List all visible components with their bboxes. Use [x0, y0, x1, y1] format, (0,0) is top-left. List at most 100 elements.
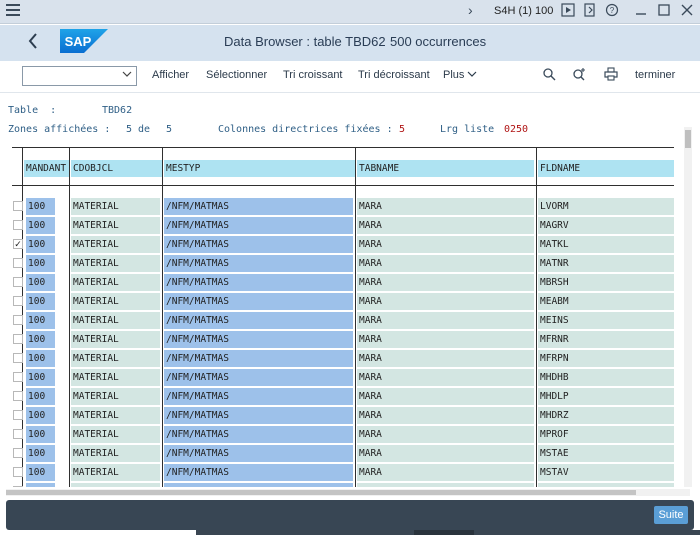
chevron-right-icon[interactable]: › — [468, 2, 473, 18]
mestyp-cell[interactable]: /NFM/MATMAS — [164, 350, 353, 367]
fldname-cell[interactable]: MSTAE — [538, 445, 674, 462]
tabname-cell[interactable]: MARA — [357, 217, 534, 234]
minimize-icon[interactable] — [633, 3, 649, 19]
cdobjcl-cell[interactable]: MATERIAL — [71, 407, 160, 424]
maximize-icon[interactable] — [656, 3, 672, 19]
row-checkbox[interactable] — [13, 296, 23, 306]
row-checkbox[interactable] — [13, 467, 23, 477]
suite-button[interactable]: Suite — [654, 506, 688, 524]
fldname-cell[interactable]: MSTAV — [538, 464, 674, 481]
mandant-cell[interactable]: 100 — [26, 407, 55, 424]
mandant-cell[interactable]: 100 — [26, 274, 55, 291]
cdobjcl-cell[interactable]: MATERIAL — [71, 350, 160, 367]
back-arrow-icon[interactable] — [26, 31, 46, 53]
mestyp-cell[interactable]: /NFM/MATMAS — [164, 312, 353, 329]
mestyp-cell[interactable]: /NFM/MATMAS — [164, 445, 353, 462]
cdobjcl-cell[interactable]: MATERIAL — [71, 198, 160, 215]
column-header-cdobjcl[interactable]: CDOBJCL — [71, 160, 162, 177]
fldname-cell[interactable]: MPROF — [538, 426, 674, 443]
mandant-cell[interactable]: 100 — [26, 426, 55, 443]
mandant-cell[interactable]: 100 — [26, 198, 55, 215]
row-checkbox[interactable] — [13, 353, 23, 363]
mandant-cell[interactable]: 100 — [26, 464, 55, 481]
mestyp-cell[interactable]: /NFM/MATMAS — [164, 331, 353, 348]
mandant-cell[interactable]: 100 — [26, 445, 55, 462]
mestyp-cell[interactable]: /NFM/MATMAS — [164, 255, 353, 272]
row-checkbox[interactable] — [13, 258, 23, 268]
scroll-thumb[interactable] — [685, 130, 691, 148]
fldname-cell[interactable]: MEABM — [538, 293, 674, 310]
row-checkbox[interactable] — [13, 315, 23, 325]
mestyp-cell[interactable]: /NFM/MATMAS — [164, 293, 353, 310]
mandant-cell[interactable]: 100 — [26, 331, 55, 348]
tabname-cell[interactable]: MARA — [357, 198, 534, 215]
mestyp-cell[interactable]: /NFM/MATMAS — [164, 464, 353, 481]
mandant-cell[interactable]: 100 — [26, 369, 55, 386]
fldname-cell[interactable]: MSTDE — [538, 483, 674, 487]
tabname-cell[interactable]: MARA — [357, 407, 534, 424]
mestyp-cell[interactable]: /NFM/MATMAS — [164, 217, 353, 234]
mestyp-cell[interactable]: /NFM/MATMAS — [164, 388, 353, 405]
fldname-cell[interactable]: MAGRV — [538, 217, 674, 234]
fldname-cell[interactable]: LVORM — [538, 198, 674, 215]
vertical-scrollbar[interactable] — [684, 127, 692, 487]
cdobjcl-cell[interactable]: MATERIAL — [71, 483, 160, 487]
tabname-cell[interactable]: MARA — [357, 483, 534, 487]
mandant-cell[interactable]: 100 — [26, 217, 55, 234]
search-next-icon[interactable] — [572, 67, 588, 83]
cdobjcl-cell[interactable]: MATERIAL — [71, 236, 160, 253]
row-checkbox[interactable] — [13, 201, 23, 211]
fldname-cell[interactable]: MFRNR — [538, 331, 674, 348]
tabname-cell[interactable]: MARA — [357, 236, 534, 253]
scroll-thumb[interactable] — [6, 490, 636, 495]
mestyp-cell[interactable]: /NFM/MATMAS — [164, 236, 353, 253]
mestyp-cell[interactable]: /NFM/MATMAS — [164, 369, 353, 386]
cdobjcl-cell[interactable]: MATERIAL — [71, 312, 160, 329]
cdobjcl-cell[interactable]: MATERIAL — [71, 426, 160, 443]
mestyp-cell[interactable]: /NFM/MATMAS — [164, 426, 353, 443]
fldname-cell[interactable]: MFRPN — [538, 350, 674, 367]
search-icon[interactable] — [541, 67, 557, 83]
cdobjcl-cell[interactable]: MATERIAL — [71, 274, 160, 291]
print-icon[interactable] — [603, 67, 619, 83]
column-header-mestyp[interactable]: MESTYP — [164, 160, 355, 177]
fldname-cell[interactable]: MATKL — [538, 236, 674, 253]
afficher-button[interactable]: Afficher — [152, 69, 189, 81]
tabname-cell[interactable]: MARA — [357, 350, 534, 367]
mestyp-cell[interactable]: /NFM/MATMAS — [164, 407, 353, 424]
terminate-button[interactable]: terminer — [635, 69, 675, 81]
mandant-cell[interactable]: 100 — [26, 236, 55, 253]
horizontal-scrollbar[interactable] — [6, 489, 690, 496]
mandant-cell[interactable]: 100 — [26, 293, 55, 310]
help-icon[interactable]: ? — [604, 3, 620, 19]
tabname-cell[interactable]: MARA — [357, 445, 534, 462]
tabname-cell[interactable]: MARA — [357, 464, 534, 481]
cdobjcl-cell[interactable]: MATERIAL — [71, 217, 160, 234]
row-checkbox[interactable] — [13, 429, 23, 439]
cdobjcl-cell[interactable]: MATERIAL — [71, 369, 160, 386]
more-button[interactable]: Plus — [443, 69, 477, 81]
tabname-cell[interactable]: MARA — [357, 426, 534, 443]
mandant-cell[interactable]: 100 — [26, 312, 55, 329]
tabname-cell[interactable]: MARA — [357, 255, 534, 272]
mandant-cell[interactable]: 100 — [26, 350, 55, 367]
row-checkbox[interactable]: ✓ — [13, 239, 23, 249]
fldname-cell[interactable]: MEINS — [538, 312, 674, 329]
layout-dropdown[interactable] — [22, 66, 137, 86]
sort-ascending-button[interactable]: Tri croissant — [283, 69, 343, 81]
cdobjcl-cell[interactable]: MATERIAL — [71, 255, 160, 272]
mandant-cell[interactable]: 100 — [26, 483, 55, 487]
row-checkbox[interactable] — [13, 372, 23, 382]
tabname-cell[interactable]: MARA — [357, 293, 534, 310]
fldname-cell[interactable]: MBRSH — [538, 274, 674, 291]
tabname-cell[interactable]: MARA — [357, 312, 534, 329]
row-checkbox[interactable] — [13, 277, 23, 287]
row-checkbox[interactable] — [13, 410, 23, 420]
cdobjcl-cell[interactable]: MATERIAL — [71, 464, 160, 481]
fldname-cell[interactable]: MHDRZ — [538, 407, 674, 424]
row-checkbox[interactable] — [13, 486, 23, 487]
column-header-tabname[interactable]: TABNAME — [357, 160, 534, 177]
cdobjcl-cell[interactable]: MATERIAL — [71, 388, 160, 405]
customize-icon[interactable] — [582, 3, 598, 19]
selectionner-button[interactable]: Sélectionner — [206, 69, 267, 81]
